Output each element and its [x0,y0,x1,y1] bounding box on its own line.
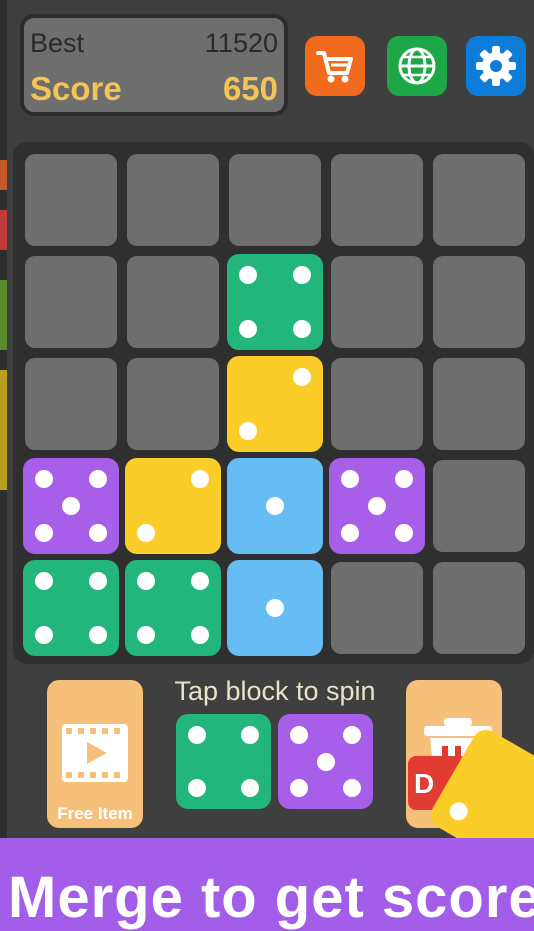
board-die[interactable] [23,560,119,656]
die-pip [35,470,54,489]
die-pip [187,779,206,798]
board-die[interactable] [227,356,323,452]
die-pip [88,572,107,591]
board-die[interactable] [227,458,323,554]
board-cell[interactable] [433,256,525,348]
globe-icon [398,47,436,85]
board-cell[interactable] [127,358,219,450]
board-cell[interactable] [331,154,423,246]
die-pip [239,319,258,338]
score-panel: Best 11520 Score 650 [20,14,288,116]
die-pip [241,779,260,798]
left-edge-strip [0,0,7,931]
die-pip [266,497,284,515]
board-cell[interactable] [433,154,525,246]
board-cell[interactable] [331,562,423,654]
die-pip [343,779,362,798]
die-pip [446,798,472,824]
die-pip [292,368,311,387]
gear-icon [476,46,516,86]
die-pip [241,725,260,744]
board-cell[interactable] [229,154,321,246]
die-pip [137,572,156,591]
board-die[interactable] [125,458,221,554]
die-pip [292,266,311,285]
die-pip [187,725,206,744]
die-pip [341,470,360,489]
next-die[interactable] [176,714,271,809]
die-pip [35,523,54,542]
die-pip [35,572,54,591]
spin-hint: Tap block to spin [174,676,376,706]
die-pip [394,470,413,489]
game-board[interactable] [13,142,534,664]
free-item-label: Free Item [57,804,133,823]
die-pip [343,725,362,744]
die-pip [35,625,54,644]
die-pip [137,625,156,644]
settings-button[interactable] [466,36,526,96]
board-cell[interactable] [25,154,117,246]
best-label: Best [30,28,85,58]
die-pip [190,470,209,489]
board-cell[interactable] [127,256,219,348]
shopping-cart-icon [316,51,353,83]
die-pip [190,625,209,644]
free-item-button[interactable]: Free Item [47,680,143,828]
die-pip [289,725,308,744]
board-cell[interactable] [433,358,525,450]
board-cell[interactable] [331,358,423,450]
board-die[interactable] [125,560,221,656]
die-pip [394,523,413,542]
board-cell[interactable] [331,256,423,348]
die-pip [292,319,311,338]
board-die[interactable] [227,560,323,656]
board-die[interactable] [227,254,323,350]
board-cell[interactable] [433,460,525,552]
shop-button[interactable] [305,36,365,96]
die-pip [239,421,258,440]
board-cell[interactable] [25,358,117,450]
board-die[interactable] [23,458,119,554]
best-value: 11520 [204,28,278,58]
die-pip [316,752,335,771]
next-die[interactable] [278,714,373,809]
promo-banner: Merge to get score [0,838,534,931]
die-pip [137,523,156,542]
die-pip [190,572,209,591]
die-pip [88,470,107,489]
language-button[interactable] [387,36,447,96]
board-cell[interactable] [433,562,525,654]
board-die[interactable] [329,458,425,554]
score-label: Score [30,70,122,107]
trash-tag-text: D [414,768,435,799]
die-pip [62,497,80,515]
video-play-icon [62,724,128,782]
die-pip [341,523,360,542]
die-pip [289,779,308,798]
die-pip [266,599,284,617]
die-pip [88,625,107,644]
board-cell[interactable] [127,154,219,246]
board-cell[interactable] [25,256,117,348]
die-pip [239,266,258,285]
score-value: 650 [222,70,278,107]
banner-text: Merge to get score [8,865,534,930]
die-pip [88,523,107,542]
die-pip [368,497,386,515]
